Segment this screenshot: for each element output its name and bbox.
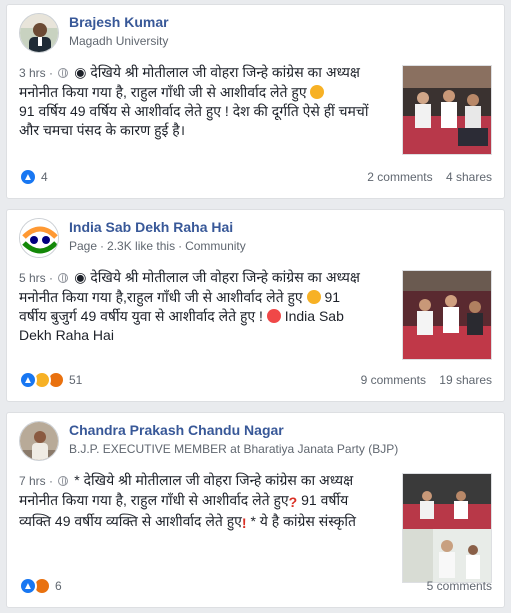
comments-link[interactable]: 5 comments (427, 579, 492, 593)
text-line: 91 वर्षिय 49 वर्षिय से आशीर्वाद लेते हुए… (19, 103, 369, 119)
tongue-face-icon (266, 309, 281, 323)
post-footer: ▲ 51 9 comments 19 shares (19, 371, 492, 391)
globe-icon (58, 476, 69, 486)
page-category[interactable]: Community (185, 239, 246, 253)
avatar[interactable] (19, 421, 59, 461)
author-name[interactable]: India Sab Dekh Raha Hai (69, 219, 233, 235)
post-time[interactable]: 7 hrs (19, 474, 46, 488)
post-stats: 5 comments (417, 579, 492, 593)
post-text: 7 hrs · * देखिये श्री मोतीलाल जी वोहरा ज… (19, 472, 357, 531)
like-reaction-icon: ▲ (19, 371, 37, 389)
author-subtitle[interactable]: B.J.P. EXECUTIVE MEMBER at Bharatiya Jan… (69, 442, 398, 456)
sad-face-icon (306, 290, 321, 304)
comments-link[interactable]: 2 comments (367, 170, 432, 184)
like-reaction-icon: ▲ (19, 168, 37, 186)
reaction-count: 6 (55, 579, 62, 593)
page-likes: 2.3K like this (107, 239, 176, 253)
reactions[interactable]: ▲ 4 (19, 168, 48, 186)
post-image[interactable] (402, 473, 492, 583)
text-line: Dekh Raha Hai (19, 327, 114, 343)
post-time[interactable]: 3 hrs (19, 66, 46, 80)
text-line: व्यक्ति 49 वर्षीय व्यक्ति से आशीर्वाद ले… (19, 513, 242, 529)
sad-face-icon (310, 85, 325, 99)
like-reaction-icon: ▲ (19, 577, 37, 595)
post-image[interactable] (402, 65, 492, 155)
author-subtitle[interactable]: Magadh University (69, 34, 168, 48)
text-line: * देखिये श्री मोतीलाल जी वोहरा जिन्हे का… (74, 472, 354, 488)
reaction-count: 51 (69, 373, 83, 387)
text-line: India Sab (284, 308, 344, 324)
text-line: मनोनीत किया गया है,राहुल गाँधी जी से आशी… (19, 289, 303, 305)
shares-link[interactable]: 19 shares (439, 373, 492, 387)
post-card: Chandra Prakash Chandu Nagar B.J.P. EXEC… (6, 412, 505, 608)
post-stats: 9 comments 19 shares (351, 373, 492, 387)
avatar[interactable] (19, 13, 59, 53)
globe-icon (58, 273, 69, 283)
text-line: * ये है कांग्रेस संस्कृति (250, 513, 357, 529)
avatar[interactable] (19, 218, 59, 258)
text-line: वर्षीय बुजुर्ग 49 वर्षीय युवा से आशीर्वा… (19, 308, 263, 324)
shares-link[interactable]: 4 shares (446, 170, 492, 184)
reactions[interactable]: ▲ 51 (19, 371, 82, 389)
text-line: मनोनीत किया गया है, राहुल गाँधी जी से आश… (19, 84, 307, 100)
post-card: Brajesh Kumar Magadh University 3 hrs · … (6, 4, 505, 199)
post-time[interactable]: 5 hrs (19, 271, 46, 285)
post-footer: ▲ 4 2 comments 4 shares (19, 168, 492, 188)
post-stats: 2 comments 4 shares (357, 170, 492, 184)
post-text: 3 hrs · ◉ देखिये श्री मोतीलाल जी वोहरा ज… (19, 63, 397, 140)
post-footer: ▲ 6 5 comments (19, 577, 492, 597)
page-label: Page (69, 239, 98, 253)
text-line: ◉ देखिये श्री मोतीलाल जी वोहरा जिन्हे का… (74, 269, 360, 285)
author-name[interactable]: Brajesh Kumar (69, 14, 169, 30)
text-line: मनोनीत किया गया है, राहुल गाँधी से आशीर्… (19, 492, 289, 508)
author-name[interactable]: Chandra Prakash Chandu Nagar (69, 422, 284, 438)
text-line: ◉ देखिये श्री मोतीलाल जी वोहरा जिन्हे का… (74, 64, 360, 80)
globe-icon (58, 68, 69, 78)
reaction-count: 4 (41, 170, 48, 184)
text-line: 91 वर्षीय (301, 492, 349, 508)
question-mark-icon: ? (288, 494, 298, 510)
post-image[interactable] (402, 270, 492, 360)
exclamation-mark-icon: ! (241, 515, 247, 531)
post-card: India Sab Dekh Raha Hai Page · 2.3K like t… (6, 209, 505, 402)
text-line: 91 (324, 289, 341, 305)
text-line: और चमचा पंसद के कारण हुई है। (19, 122, 186, 138)
reactions[interactable]: ▲ 6 (19, 577, 62, 595)
comments-link[interactable]: 9 comments (361, 373, 426, 387)
author-subtitle: Page · 2.3K like this · Community (69, 239, 246, 253)
post-text: 5 hrs · ◉ देखिये श्री मोतीलाल जी वोहरा ज… (19, 268, 397, 345)
